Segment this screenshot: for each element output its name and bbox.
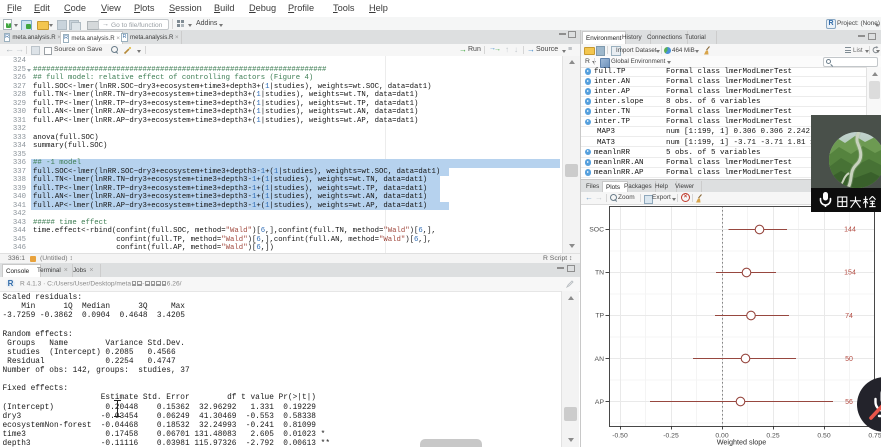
svg-text:AP: AP (595, 399, 605, 406)
svg-text:74: 74 (845, 313, 853, 320)
svg-text:TP: TP (595, 313, 604, 320)
svg-text:0.75: 0.75 (868, 433, 881, 440)
svg-text:SOC: SOC (589, 226, 604, 233)
svg-text:TN: TN (595, 270, 604, 277)
svg-text:56: 56 (845, 399, 853, 406)
svg-text:0.25: 0.25 (766, 433, 779, 440)
svg-text:AN: AN (595, 356, 605, 363)
svg-text:50: 50 (845, 356, 853, 363)
svg-text:0.50: 0.50 (817, 433, 830, 440)
svg-text:154: 154 (844, 270, 856, 277)
svg-text:-0.25: -0.25 (663, 433, 679, 440)
svg-text:Weighted slope: Weighted slope (717, 438, 766, 447)
svg-text:144: 144 (844, 226, 856, 233)
svg-text:-0.50: -0.50 (612, 433, 628, 440)
